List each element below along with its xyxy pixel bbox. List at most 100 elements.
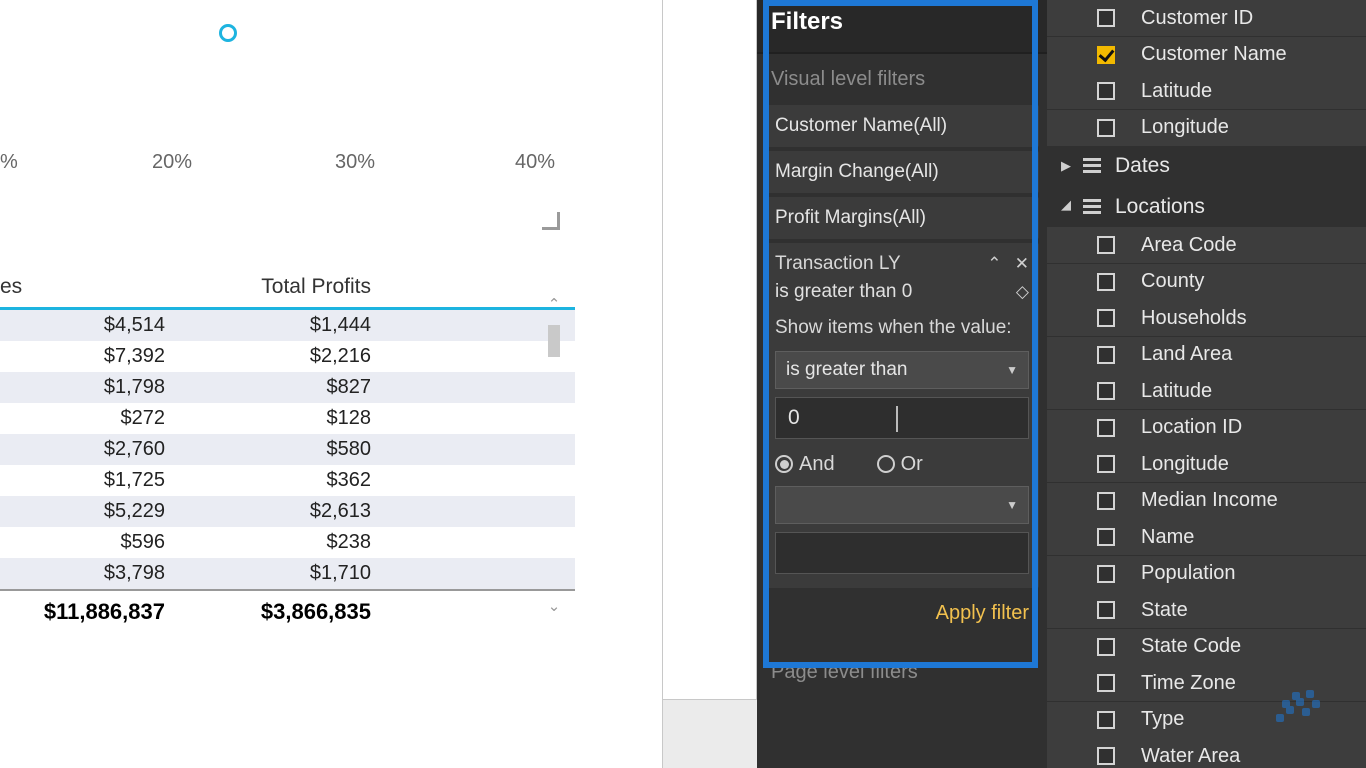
operator-2-select[interactable]: ▼ bbox=[775, 486, 1029, 524]
report-canvas: % 20% 30% 40% es Total Profits $4,514$1,… bbox=[0, 0, 665, 768]
logic-and-radio[interactable]: And bbox=[775, 453, 835, 476]
operator-1-select[interactable]: is greater than ▼ bbox=[775, 351, 1029, 389]
field-customer-id[interactable]: Customer ID bbox=[1047, 0, 1366, 36]
field-label: Water Area bbox=[1141, 745, 1240, 768]
field-water-area[interactable]: Water Area bbox=[1047, 738, 1366, 768]
scroll-down-icon[interactable]: ⌄ bbox=[546, 597, 562, 615]
field-label: State bbox=[1141, 599, 1188, 622]
table-group-dates[interactable]: ▶ Dates bbox=[1047, 146, 1366, 186]
field-latitude[interactable]: Latitude bbox=[1047, 73, 1366, 109]
visual-level-filters-title: Visual level filters bbox=[757, 54, 1047, 101]
checkbox-icon[interactable] bbox=[1097, 711, 1115, 729]
value-1-input[interactable]: 0 bbox=[775, 397, 1029, 439]
field-label: Customer Name bbox=[1141, 43, 1287, 66]
field-state-code[interactable]: State Code bbox=[1047, 629, 1366, 665]
field-label: Area Code bbox=[1141, 234, 1237, 257]
scroll-up-icon[interactable]: ⌃ bbox=[546, 295, 562, 313]
table-scrollbar[interactable]: ⌃ ⌄ bbox=[546, 295, 562, 615]
scatter-chart[interactable]: % 20% 30% 40% bbox=[0, 0, 560, 230]
collapse-icon[interactable]: ⌃ bbox=[987, 254, 1001, 273]
table-row[interactable]: $5,229$2,613 bbox=[0, 496, 575, 527]
watermark-logo bbox=[1276, 688, 1336, 728]
table-row[interactable]: $3,798$1,710 bbox=[0, 558, 575, 589]
field-customer-name[interactable]: Customer Name bbox=[1047, 37, 1366, 73]
visual-resize-handle[interactable] bbox=[542, 212, 560, 230]
field-land-area[interactable]: Land Area bbox=[1047, 337, 1366, 373]
field-county[interactable]: County bbox=[1047, 264, 1366, 300]
fields-panel: Customer ID Customer Name Latitude Longi… bbox=[1047, 0, 1366, 768]
value-2-input[interactable] bbox=[775, 532, 1029, 574]
checkbox-icon[interactable] bbox=[1097, 601, 1115, 619]
field-label: Longitude bbox=[1141, 453, 1229, 476]
field-households[interactable]: Households bbox=[1047, 300, 1366, 336]
column-header[interactable] bbox=[30, 275, 205, 299]
apply-filter-button[interactable]: Apply filter bbox=[757, 592, 1047, 633]
axis-tick: 30% bbox=[335, 151, 375, 174]
total-value: $3,866,835 bbox=[205, 599, 375, 625]
eraser-icon[interactable]: ◇ bbox=[1016, 282, 1029, 302]
checkbox-icon[interactable] bbox=[1097, 309, 1115, 327]
checkbox-icon[interactable] bbox=[1097, 346, 1115, 364]
checkbox-icon[interactable] bbox=[1097, 492, 1115, 510]
checkbox-icon[interactable] bbox=[1097, 638, 1115, 656]
table-header-row: es Total Profits bbox=[0, 275, 575, 310]
value-1-text: 0 bbox=[788, 406, 800, 430]
table-row[interactable]: $272$128 bbox=[0, 403, 575, 434]
scroll-thumb[interactable] bbox=[548, 325, 560, 357]
caret-right-icon: ▶ bbox=[1061, 158, 1075, 174]
field-label: Latitude bbox=[1141, 80, 1212, 103]
field-area-code[interactable]: Area Code bbox=[1047, 227, 1366, 263]
field-median-income[interactable]: Median Income bbox=[1047, 483, 1366, 519]
checkbox-icon[interactable] bbox=[1097, 747, 1115, 765]
filter-card-profit-margins[interactable]: Profit Margins(All) bbox=[765, 197, 1039, 239]
chart-data-point[interactable] bbox=[219, 24, 237, 42]
table-row[interactable]: $4,514$1,444 bbox=[0, 310, 575, 341]
filter-prompt: Show items when the value: bbox=[775, 315, 1029, 341]
table-group-locations[interactable]: ◢ Locations bbox=[1047, 187, 1366, 227]
column-header[interactable]: Total Profits bbox=[205, 275, 375, 299]
checkbox-icon[interactable] bbox=[1097, 528, 1115, 546]
table-row[interactable]: $596$238 bbox=[0, 527, 575, 558]
checkbox-icon[interactable] bbox=[1097, 236, 1115, 254]
field-state[interactable]: State bbox=[1047, 592, 1366, 628]
column-header[interactable]: es bbox=[0, 275, 30, 299]
checkbox-icon[interactable] bbox=[1097, 9, 1115, 27]
checkbox-icon[interactable] bbox=[1097, 119, 1115, 137]
filter-card-transaction-ly[interactable]: Transaction LY ⌃ ✕ is greater than 0 ◇ S… bbox=[765, 243, 1039, 588]
field-latitude-loc[interactable]: Latitude bbox=[1047, 373, 1366, 409]
checkbox-icon[interactable] bbox=[1097, 273, 1115, 291]
canvas-gutter bbox=[662, 0, 757, 768]
checkbox-icon[interactable] bbox=[1097, 419, 1115, 437]
logic-or-radio[interactable]: Or bbox=[877, 453, 923, 476]
filter-card-margin-change[interactable]: Margin Change(All) bbox=[765, 151, 1039, 193]
field-label: Customer ID bbox=[1141, 7, 1253, 30]
checkbox-icon[interactable] bbox=[1097, 455, 1115, 473]
checkbox-checked-icon[interactable] bbox=[1097, 46, 1115, 64]
field-label: Longitude bbox=[1141, 116, 1229, 139]
field-population[interactable]: Population bbox=[1047, 556, 1366, 592]
field-location-id[interactable]: Location ID bbox=[1047, 410, 1366, 446]
field-label: Time Zone bbox=[1141, 672, 1236, 695]
checkbox-icon[interactable] bbox=[1097, 382, 1115, 400]
field-name[interactable]: Name bbox=[1047, 519, 1366, 555]
checkbox-icon[interactable] bbox=[1097, 674, 1115, 692]
table-row[interactable]: $7,392$2,216 bbox=[0, 341, 575, 372]
page-level-filters-title: Page level filters bbox=[757, 633, 1047, 694]
chevron-down-icon: ▼ bbox=[1006, 363, 1018, 377]
data-table[interactable]: es Total Profits $4,514$1,444 $7,392$2,2… bbox=[0, 275, 575, 625]
table-total-row: $11,886,837 $3,866,835 bbox=[0, 589, 575, 625]
table-row[interactable]: $1,725$362 bbox=[0, 465, 575, 496]
field-longitude-loc[interactable]: Longitude bbox=[1047, 446, 1366, 482]
checkbox-icon[interactable] bbox=[1097, 82, 1115, 100]
field-longitude[interactable]: Longitude bbox=[1047, 110, 1366, 146]
filter-name: Transaction LY bbox=[775, 253, 901, 275]
field-label: Type bbox=[1141, 708, 1184, 731]
table-row[interactable]: $1,798$827 bbox=[0, 372, 575, 403]
filter-summary: is greater than 0 bbox=[775, 281, 912, 303]
close-icon[interactable]: ✕ bbox=[1015, 254, 1029, 273]
table-row[interactable]: $2,760$580 bbox=[0, 434, 575, 465]
table-body: $4,514$1,444 $7,392$2,216 $1,798$827 $27… bbox=[0, 310, 575, 589]
checkbox-icon[interactable] bbox=[1097, 565, 1115, 583]
filter-card-customer-name[interactable]: Customer Name(All) bbox=[765, 105, 1039, 147]
axis-tick: % bbox=[0, 151, 18, 174]
